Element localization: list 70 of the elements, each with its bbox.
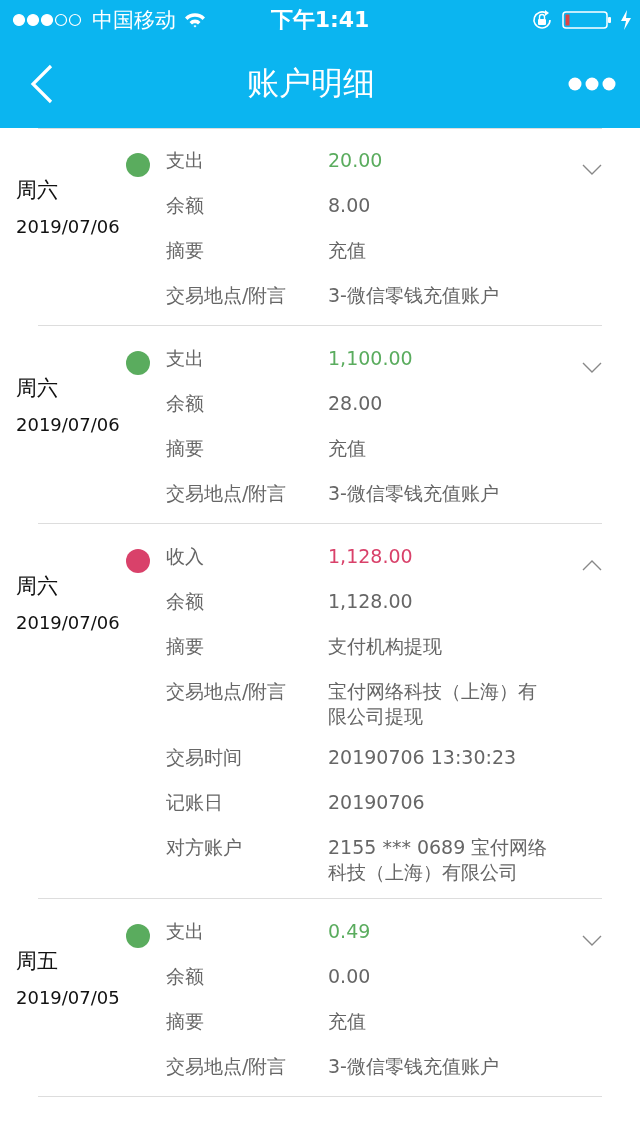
date-text: 2019/07/05 [16,987,121,1008]
field-value: 3-微信零钱充值账户 [328,1054,500,1079]
transaction-item[interactable]: 周六 2019/07/06 支出 1,100.00 余额 28.00 摘要 充值 交易地点/附言 3-微信零钱充值账户 [0,326,640,524]
date-text: 2019/07/06 [16,612,121,633]
date-text: 2019/07/06 [16,216,121,237]
field-value: 20190706 [328,790,426,815]
transaction-item[interactable]: 周六 2019/07/06 支出 20.00 余额 8.00 摘要 充值 交易地点/附言 3-微信零钱充值账户 [0,128,640,326]
field-label: 交易时间 [166,745,243,770]
field-value: 0.00 [328,964,372,989]
field-label: 交易地点/附言 [166,481,288,506]
field-value: 充值 [328,436,367,461]
weekday: 周六 [16,177,59,204]
more-button[interactable] [568,77,616,91]
transaction-item[interactable]: 周五 2019/07/05 支出 0.49 余额 0.00 摘要 充值 交易地点/附言 3-微信零钱充值账户 [0,899,640,1097]
field-value: 1,128.00 [328,589,414,614]
field-label: 支出 [166,346,205,371]
chevron-down-icon [582,164,602,175]
expand-toggle[interactable] [582,362,602,373]
field-value: 3-微信零钱充值账户 [328,481,500,506]
carrier-name: 中国移动 [92,7,176,34]
chevron-down-icon [582,362,602,373]
field-value: 1,100.00 [328,346,414,371]
field-value: 支付机构提现 [328,634,443,659]
chevron-left-icon [30,64,54,104]
field-label: 记账日 [166,790,224,815]
expand-toggle[interactable] [582,560,602,571]
field-label: 摘要 [166,238,205,263]
field-value: 3-微信零钱充值账户 [328,283,500,308]
transaction-item[interactable]: 周六 2019/07/06 收入 1,128.00 余额 1,128.00 摘要 支付机构提现 交易地点/附言 宝付网络科技（上海）有限公司提现 交易时间 20190706 13:30:23 记账日 20190706 对方账户 2155 *** 0689 宝付网络科技（上海）有限公司 [0,524,640,899]
field-value: 20190706 13:30:23 [328,745,518,770]
field-label: 对方账户 [166,835,243,860]
field-value: 1,128.00 [328,544,414,569]
field-label: 支出 [166,919,205,944]
charging-icon [620,10,632,30]
chevron-up-icon [582,560,602,571]
field-value: 宝付网络科技（上海）有限公司提现 [328,679,538,729]
chevron-down-icon [582,935,602,946]
field-label: 余额 [166,193,205,218]
field-label: 收入 [166,544,205,569]
field-value: 2155 *** 0689 宝付网络科技（上海）有限公司 [328,835,549,885]
field-label: 余额 [166,589,205,614]
field-value: 充值 [328,1009,367,1034]
field-label: 支出 [166,148,205,173]
field-value: 20.00 [328,148,384,173]
field-label: 摘要 [166,436,205,461]
field-label: 交易地点/附言 [166,1054,288,1079]
field-label: 摘要 [166,1009,205,1034]
signal-icon [12,13,84,27]
field-value: 28.00 [328,391,384,416]
expand-toggle[interactable] [582,935,602,946]
date-text: 2019/07/06 [16,414,121,435]
weekday: 周五 [16,948,59,975]
field-label: 余额 [166,391,205,416]
clock-time: 下午1:41 [270,6,370,34]
more-icon [568,77,616,91]
field-label: 交易地点/附言 [166,679,288,704]
page-title: 账户明细 [247,63,375,104]
battery-icon [562,10,612,30]
weekday: 周六 [16,573,59,600]
expand-toggle[interactable] [582,164,602,175]
field-label: 摘要 [166,634,205,659]
rotation-lock-icon [530,8,554,32]
field-value: 8.00 [328,193,372,218]
wifi-icon [184,12,206,28]
back-button[interactable] [30,64,54,104]
field-label: 余额 [166,964,205,989]
weekday: 周六 [16,375,59,402]
field-label: 交易地点/附言 [166,283,288,308]
field-value: 0.49 [328,919,372,944]
field-value: 充值 [328,238,367,263]
